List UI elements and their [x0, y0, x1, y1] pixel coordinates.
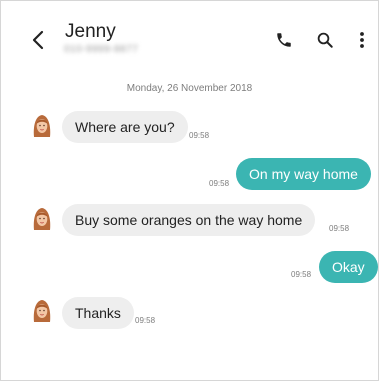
more-options-button[interactable] [351, 29, 373, 51]
search-icon [317, 32, 333, 48]
message-bubble-outgoing[interactable]: On my way home [236, 158, 371, 190]
message-bubble-incoming[interactable]: Where are you? [62, 111, 188, 143]
message-bubble-incoming[interactable]: Thanks [62, 297, 134, 329]
avatar-icon [33, 208, 51, 230]
back-arrow-icon [32, 30, 44, 50]
avatar-icon [33, 115, 51, 137]
search-button[interactable] [314, 29, 336, 51]
contact-avatar[interactable] [31, 298, 53, 324]
message-timestamp: 09:58 [135, 316, 156, 325]
avatar-icon [33, 300, 51, 322]
date-separator: Monday, 26 November 2018 [126, 83, 253, 94]
message-thread-screen: Jenny 010-9999-8877 Monday, 26 November … [0, 0, 379, 381]
contact-name[interactable]: Jenny [65, 21, 116, 43]
message-timestamp: 09:58 [209, 179, 230, 188]
phone-icon [277, 33, 291, 47]
back-button[interactable] [27, 27, 49, 53]
message-timestamp: 09:58 [189, 131, 210, 140]
contact-avatar[interactable] [31, 206, 53, 232]
message-timestamp: 09:58 [329, 224, 350, 233]
more-vert-icon [360, 32, 364, 48]
call-button[interactable] [273, 29, 295, 51]
message-bubble-incoming[interactable]: Buy some oranges on the way home [62, 204, 316, 236]
conversation-header: Jenny 010-9999-8877 [1, 1, 378, 65]
message-bubble-outgoing[interactable]: Okay [319, 251, 378, 283]
contact-number: 010-9999-8877 [64, 44, 139, 55]
contact-avatar[interactable] [31, 113, 53, 139]
message-timestamp: 09:58 [291, 270, 312, 279]
